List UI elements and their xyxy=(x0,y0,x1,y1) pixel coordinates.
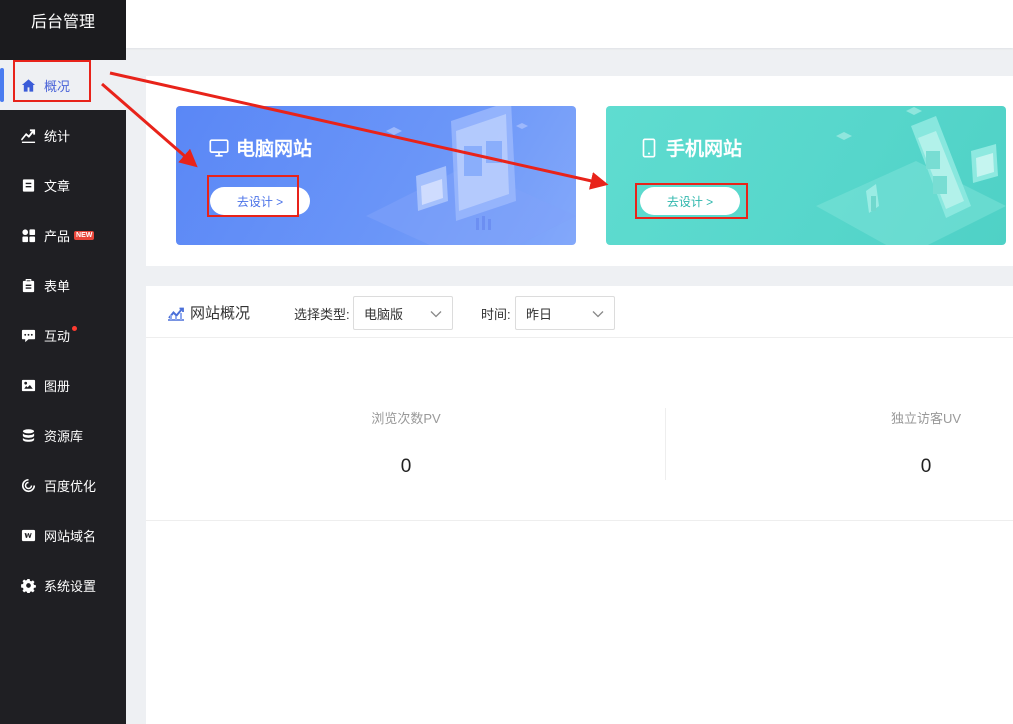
metric-label: 浏览次数PV xyxy=(371,411,441,426)
sidebar-item-label: 互动 xyxy=(44,328,71,344)
database-icon xyxy=(20,427,36,443)
sidebar-item-label: 百度优化 xyxy=(44,478,97,494)
album-icon xyxy=(20,377,36,393)
type-select[interactable]: 电脑版 xyxy=(353,296,453,330)
metric-uv: 独立访客UV 0 xyxy=(666,338,1013,521)
time-select-value: 昨日 xyxy=(526,306,553,322)
chat-icon xyxy=(20,327,36,343)
chevron-down-icon xyxy=(592,311,604,318)
sidebar-item-stats[interactable]: 统计 xyxy=(0,110,126,160)
sidebar-item-settings[interactable]: 系统设置 xyxy=(0,560,126,610)
mobile-site-card: 手机网站 去设计 > xyxy=(606,106,1006,245)
sidebar-item-label: 统计 xyxy=(44,128,71,144)
pc-site-title-text: 电脑网站 xyxy=(236,139,313,160)
sidebar-item-label: 表单 xyxy=(44,278,71,294)
time-filter-label: 时间: xyxy=(481,307,511,322)
overview-metrics: 浏览次数PV 0 独立访客UV 0 xyxy=(146,338,1013,521)
highlight-box-mobile-design xyxy=(635,183,748,219)
metric-pv: 浏览次数PV 0 xyxy=(146,338,666,521)
notification-dot xyxy=(72,325,78,331)
sidebar-item-interaction[interactable]: 互动 xyxy=(0,310,126,360)
sidebar-item-album[interactable]: 图册 xyxy=(0,360,126,410)
grid-icon xyxy=(20,227,36,243)
sidebar-item-label: 网站域名 xyxy=(44,528,97,544)
sidebar-item-product[interactable]: 产品 NEW xyxy=(0,210,126,260)
sidebar-item-label: 图册 xyxy=(44,378,71,394)
metric-value: 0 xyxy=(920,456,932,477)
sidebar-item-label: 产品 xyxy=(44,228,71,244)
overview-title: 网站概况 xyxy=(166,302,250,323)
mobile-illustration xyxy=(816,107,1006,245)
mobile-site-title-text: 手机网站 xyxy=(666,139,743,160)
type-filter-label: 选择类型: xyxy=(294,307,350,322)
clipboard-icon xyxy=(20,277,36,293)
design-panel: 电脑网站 去设计 > 手机网站 去设计 > xyxy=(146,76,1013,266)
overview-header: 网站概况 选择类型: 电脑版 时间: 昨日 xyxy=(146,286,1013,338)
time-select[interactable]: 昨日 xyxy=(515,296,615,330)
w-icon xyxy=(20,527,36,543)
sidebar-item-label: 系统设置 xyxy=(44,578,97,594)
overview-panel: 网站概况 选择类型: 电脑版 时间: 昨日 浏览次数PV 0 独立访客UV 0 xyxy=(146,286,1013,724)
new-badge: NEW xyxy=(74,230,95,240)
sidebar-item-label: 资源库 xyxy=(44,428,84,444)
mobile-site-title: 手机网站 xyxy=(638,134,742,161)
overview-title-text: 网站概况 xyxy=(190,305,251,322)
sidebar-item-resource[interactable]: 资源库 xyxy=(0,410,126,460)
type-select-value: 电脑版 xyxy=(364,306,404,322)
chevron-down-icon xyxy=(430,311,442,318)
trend-icon xyxy=(20,127,36,143)
highlight-box-overview xyxy=(13,60,91,102)
phone-icon xyxy=(642,137,656,158)
sidebar-item-label: 文章 xyxy=(44,178,71,194)
pc-site-title: 电脑网站 xyxy=(208,134,312,161)
metric-value: 0 xyxy=(400,456,412,477)
highlight-box-pc-design xyxy=(207,175,299,217)
article-icon xyxy=(20,177,36,193)
sidebar: 后台管理 概况 统计 文章 产品 NEW 表单 互动 图册 资源库 百度优化 网… xyxy=(0,0,146,724)
sidebar-item-form[interactable]: 表单 xyxy=(0,260,126,310)
chart-line-icon xyxy=(168,307,184,321)
sidebar-item-article[interactable]: 文章 xyxy=(0,160,126,210)
metric-label: 独立访客UV xyxy=(890,411,962,426)
app-root: 后台管理 概况 统计 文章 产品 NEW 表单 互动 图册 资源库 百度优化 网… xyxy=(0,0,1013,724)
monitor-icon xyxy=(209,138,229,157)
sidebar-item-domain[interactable]: 网站域名 xyxy=(0,510,126,560)
brand-title: 后台管理 xyxy=(0,0,126,60)
spiral-icon xyxy=(20,477,36,493)
sidebar-item-seo[interactable]: 百度优化 xyxy=(0,460,126,510)
top-bar xyxy=(126,0,1013,48)
pc-illustration xyxy=(366,106,576,245)
gear-icon xyxy=(20,577,36,593)
